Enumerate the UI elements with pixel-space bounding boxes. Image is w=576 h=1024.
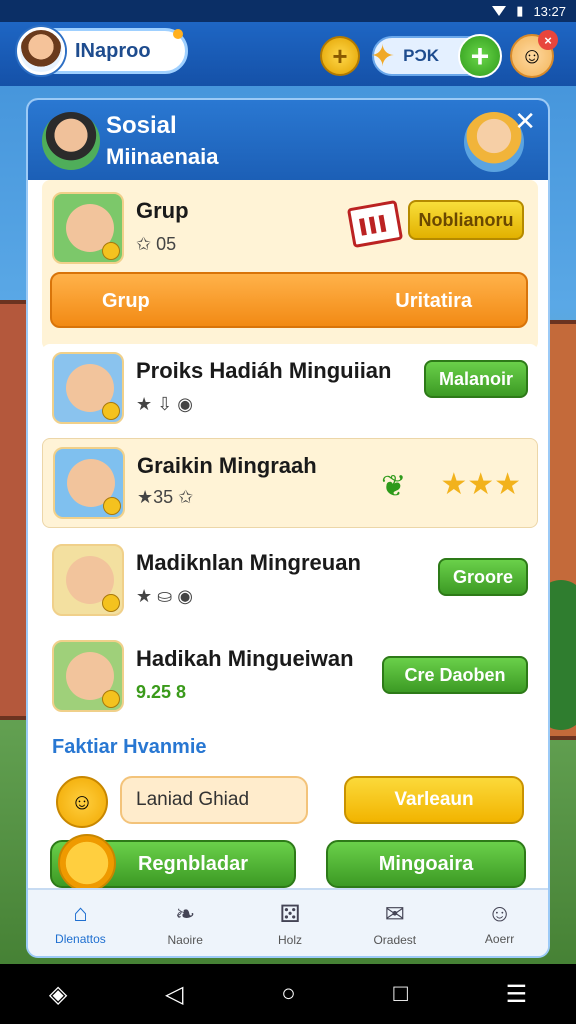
row-title: Graikin Mingraah <box>137 453 317 478</box>
home-icon: ⌂ <box>73 900 88 927</box>
smile-icon: ☺ <box>487 900 512 927</box>
leaf-icon: ❦ <box>381 470 407 503</box>
menu-icon[interactable]: ☰ <box>506 980 528 1009</box>
group-title: Grup <box>136 198 189 223</box>
green-action-button-2[interactable]: Mingoaira <box>326 840 526 888</box>
row-meta: ★35 ✩ <box>137 487 194 507</box>
group-meta: ✩ 05 <box>136 234 177 254</box>
bottom-tab-bar: ⌂ Dlenattos ❧ Naoire ⚄ Holz ✉ Oradest ☺ … <box>28 888 548 956</box>
tab-smile[interactable]: ☺ Aoerr <box>447 890 548 956</box>
coin-plus-icon[interactable]: + <box>320 36 360 76</box>
row-meta: ★ ⇩ ◉ <box>136 394 193 414</box>
list-item[interactable]: Hadikah Mingueiwan 9.25 8 Cre Daoben <box>42 632 538 718</box>
currency-label: PƆK <box>403 46 440 65</box>
tab-feather[interactable]: ❧ Naoire <box>133 890 238 956</box>
tab-home[interactable]: ⌂ Dlenattos <box>28 890 133 956</box>
coin-icon <box>102 690 120 708</box>
list-item[interactable]: Graikin Mingraah ★35 ✩ ❦ ★★★ <box>42 438 538 528</box>
tab-label: Dlenattos <box>55 932 106 946</box>
row-thumbnail <box>52 544 124 616</box>
row-thumbnail <box>52 640 124 712</box>
top-bar: INaproo + ✦ PƆK + ☺ × <box>0 22 576 86</box>
group-thumbnail <box>52 192 124 264</box>
coin-icon <box>102 242 120 260</box>
status-time: 13:27 <box>533 3 566 19</box>
assistant-icon[interactable]: ◈ <box>49 980 67 1009</box>
feather-icon: ❧ <box>175 900 196 928</box>
list-item[interactable]: Madiknlan Mingreuan ★ ⛀ ◉ Groore <box>42 536 538 622</box>
row-action-button[interactable]: Malanoir <box>424 360 528 398</box>
row-action-button[interactable]: Groore <box>438 558 528 596</box>
section-title: Faktiar Hvanmie <box>52 736 207 758</box>
tab-label: Naoire <box>167 932 203 947</box>
coin-icon <box>102 594 120 612</box>
recents-icon[interactable]: □ <box>393 980 408 1008</box>
tab-label: Holz <box>277 932 302 947</box>
panel-header: Sosial Miinaenaia ✕ <box>28 100 548 180</box>
row-thumbnail <box>53 447 125 519</box>
row-title: Proiks Hadiáh Minguiian <box>136 358 392 383</box>
plus-icon[interactable]: + <box>458 34 502 78</box>
profile-name: INaproo <box>75 39 151 62</box>
back-icon[interactable]: ◁ <box>165 980 183 1009</box>
currency-pill[interactable]: ✦ PƆK + <box>370 34 502 78</box>
emoji-profile-button[interactable]: ☺ × <box>510 30 558 78</box>
row-meta: 9.25 8 <box>136 682 187 702</box>
android-nav-bar: ◈ ◁ ○ □ ☰ <box>0 964 576 1024</box>
mail-icon: ✉ <box>384 900 405 928</box>
home-nav-icon[interactable]: ○ <box>281 980 296 1008</box>
group-bar-left-label: Grup <box>102 290 150 312</box>
dice-icon: ⚄ <box>279 900 301 928</box>
social-panel: Sosial Miinaenaia ✕ Grup ✩ 05 ▌▌▌ Noblia… <box>26 98 550 958</box>
smile-icon: ☺ <box>56 776 108 828</box>
list-item[interactable]: Proiks Hadiáh Minguiian ★ ⇩ ◉ Malanoir <box>42 344 538 430</box>
notification-dot <box>173 29 183 39</box>
group-bar-button[interactable]: Grup Uritatira <box>50 272 528 328</box>
sun-icon <box>58 834 116 892</box>
yellow-action-button[interactable]: Varleaun <box>344 776 524 824</box>
star-icon: ✦ <box>370 39 396 73</box>
coin-icon <box>103 497 121 515</box>
header-avatar <box>42 112 100 170</box>
tab-label: Aoerr <box>484 932 515 946</box>
close-badge-icon[interactable]: × <box>538 30 558 50</box>
row-meta: ★ ⛀ ◉ <box>136 586 193 606</box>
status-bar: ▮ 13:27 <box>0 0 576 22</box>
text-input[interactable]: Laniad Ghiad <box>120 776 308 824</box>
ticket-icon: ▌▌▌ <box>346 199 404 249</box>
tab-mail[interactable]: ✉ Oradest <box>342 890 447 956</box>
group-action-button[interactable]: Noblianoru <box>408 200 524 240</box>
signal-icon <box>492 6 507 16</box>
group-bar-right-label: Uritatira <box>395 290 472 312</box>
panel-title: Sosial <box>106 112 177 139</box>
row-title: Madiknlan Mingreuan <box>136 550 361 575</box>
profile-pill[interactable]: INaproo <box>17 27 188 75</box>
coin-icon <box>102 402 120 420</box>
close-icon[interactable]: ✕ <box>514 106 536 137</box>
tab-dice[interactable]: ⚄ Holz <box>238 890 343 956</box>
row-thumbnail <box>52 352 124 424</box>
stars-badge: ★★★ <box>440 468 521 501</box>
row-action-button[interactable]: Cre Daoben <box>382 656 528 694</box>
avatar[interactable] <box>17 27 65 75</box>
panel-subtitle: Miinaenaia <box>106 144 219 169</box>
row-title: Hadikah Mingueiwan <box>136 646 354 671</box>
tab-label: Oradest <box>373 932 417 947</box>
battery-icon: ▮ <box>516 3 524 18</box>
